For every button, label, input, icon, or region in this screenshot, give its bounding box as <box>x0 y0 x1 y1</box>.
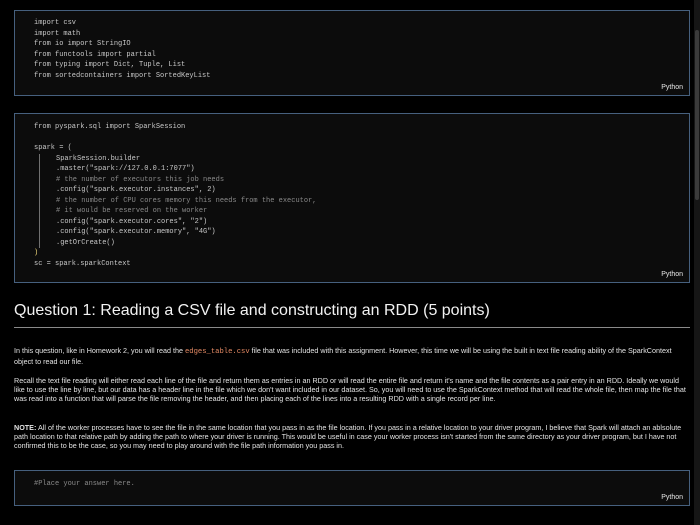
code-line: .master("spark://127.0.0.1:7077") <box>56 165 195 173</box>
code-line: import csv <box>34 19 77 27</box>
code-line: from pyspark.sql import SparkSession <box>34 123 186 131</box>
inline-code-filename: edges_table.csv <box>184 348 250 356</box>
spark-code: from pyspark.sql import SparkSession spa… <box>34 122 316 154</box>
question-heading: Question 1: Reading a CSV file and const… <box>14 302 490 319</box>
note-paragraph: NOTE: All of the worker processes have t… <box>14 423 682 450</box>
code-comment: # it would be reserved on the worker <box>56 207 208 215</box>
code-line: from sortedcontainers import SortedKeyLi… <box>34 71 211 80</box>
heading-divider <box>14 327 690 328</box>
scrollbar-track[interactable] <box>694 0 700 525</box>
imports-code-cell[interactable]: import csv import math from io import St… <box>14 10 690 96</box>
spark-code-cell[interactable]: from pyspark.sql import SparkSession spa… <box>14 113 690 283</box>
code-line: .config("spark.executor.cores", "2") <box>56 217 208 226</box>
answer-code-cell[interactable]: #Place your answer here. Python <box>14 470 690 506</box>
code-line: .getOrCreate() <box>56 238 115 247</box>
scrollbar-thumb[interactable] <box>695 30 699 200</box>
code-line: sc = spark.sparkContext <box>34 259 131 268</box>
question-paragraph-1: In this question, like in Homework 2, yo… <box>14 346 672 366</box>
note-label: NOTE: <box>14 423 37 432</box>
code-line: ) <box>34 249 39 257</box>
cell-language-label: Python <box>661 494 683 501</box>
code-line: import math <box>34 29 81 38</box>
code-comment: # the number of CPU cores memory this ne… <box>56 196 317 205</box>
code-line: spark = ( <box>34 144 72 152</box>
code-line: from io import StringIO <box>34 40 131 48</box>
spark-builder-block: SparkSession.builder .master("spark://12… <box>39 153 317 248</box>
answer-placeholder[interactable]: #Place your answer here. <box>34 479 135 490</box>
code-line: .config("spark.executor.memory", "4G") <box>56 228 216 236</box>
code-comment: # the number of executors this job needs <box>56 175 225 184</box>
cell-language-label: Python <box>661 84 683 91</box>
imports-code: import csv import math from io import St… <box>34 18 210 81</box>
code-line: .config("spark.executor.instances", 2) <box>56 186 216 194</box>
code-line: from functools import partial <box>34 50 156 59</box>
cell-language-label: Python <box>661 271 683 278</box>
question-paragraph-2: Recall the text file reading will either… <box>14 376 686 403</box>
code-line: from typing import Dict, Tuple, List <box>34 61 186 69</box>
code-line: SparkSession.builder <box>56 154 141 163</box>
